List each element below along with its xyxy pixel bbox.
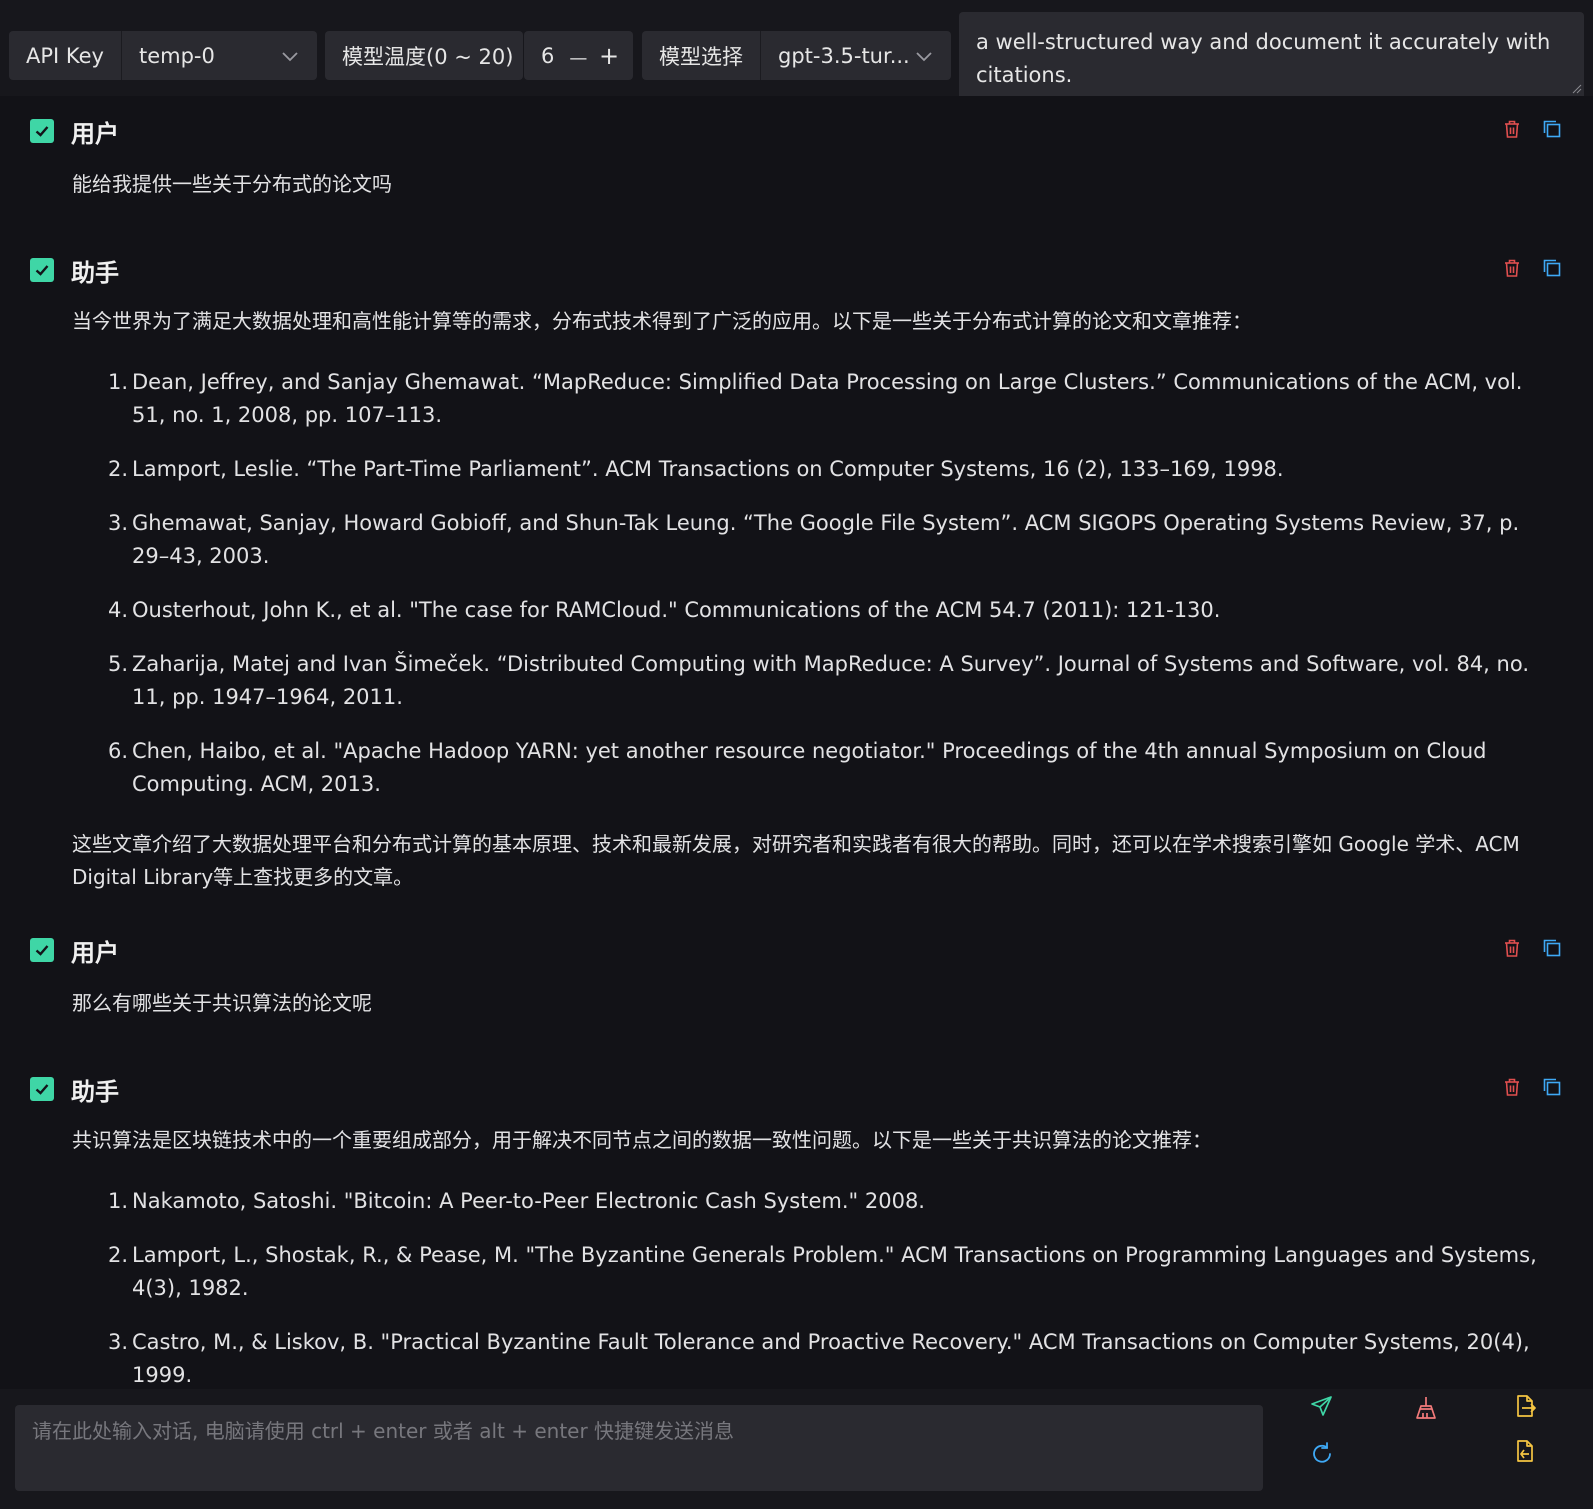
model-value: gpt-3.5-tur... [778,43,910,68]
api-key-label: API Key [26,43,104,68]
message-assistant: 助手 共识算法是区块链技术中的一个重要组成部分，用于解决不同节点之间的数据一致性… [0,1074,1593,1389]
list-item-text: Lamport, L., Shostak, R., & Pease, M. "T… [132,1243,1537,1300]
model-label: 模型选择 [659,44,743,69]
temperature-stepper[interactable]: 6 — + [524,31,633,80]
temperature-value[interactable]: 6 [541,44,554,68]
list-item: 1. Dean, Jeffrey, and Sanjay Ghemawat. “M… [108,370,1523,427]
copy-icon[interactable] [1541,118,1563,140]
decrement-button[interactable]: — [566,48,590,69]
list-item-text: Nakamoto, Satoshi. "Bitcoin: A Peer-to-P… [132,1189,925,1213]
trash-icon[interactable] [1501,937,1523,959]
copy-icon[interactable] [1541,937,1563,959]
resize-handle-icon[interactable] [1572,84,1582,94]
list-item: 3. Ghemawat, Sanjay, Howard Gobioff, and … [108,511,1520,568]
check-icon [35,1084,49,1095]
reference-list: 1. Nakamoto, Satoshi. "Bitcoin: A Peer-to… [108,1185,1558,1389]
increment-button[interactable]: + [597,42,621,70]
temperature-label-box: 模型温度(0 ~ 20) [325,31,523,80]
check-icon [35,265,49,276]
message-role: 助手 [71,258,119,287]
list-item: 1. Nakamoto, Satoshi. "Bitcoin: A Peer-to… [108,1189,925,1213]
list-item: 4. Ousterhout, John K., et al. "The case … [108,598,1221,622]
chevron-down-icon[interactable] [280,49,300,63]
message-outro: 这些文章介绍了大数据处理平台和分布式计算的基本原理、技术和最新发展，对研究者和实… [72,832,1520,889]
message-text: 能给我提供一些关于分布式的论文吗 [72,172,392,196]
list-item-text: Dean, Jeffrey, and Sanjay Ghemawat. “Map… [132,370,1523,427]
message-user: 用户 那么有哪些关于共识算法的论文呢 [0,935,1593,1035]
message-intro: 当今世界为了满足大数据处理和高性能计算等的需求，分布式技术得到了广泛的应用。以下… [72,309,1252,333]
list-item: 2. Lamport, L., Shostak, R., & Pease, M. … [108,1243,1537,1300]
model-select[interactable]: 模型选择 gpt-3.5-tur... [642,31,951,80]
message-user: 用户 能给我提供一些关于分布式的论文吗 [0,116,1593,216]
file-export-icon[interactable] [1512,1393,1538,1419]
api-key-value: temp-0 [138,43,215,68]
list-item-text: Zaharija, Matej and Ivan Šimeček. “Distr… [132,652,1529,709]
message-role: 用户 [71,938,119,967]
list-item-text: Chen, Haibo, et al. "Apache Hadoop YARN:… [132,739,1487,796]
api-key-select[interactable]: API Key temp-0 [9,31,317,80]
list-item-text: Ghemawat, Sanjay, Howard Gobioff, and Sh… [132,511,1520,568]
message-checkbox[interactable] [30,119,54,143]
message-input[interactable] [15,1405,1263,1491]
message-intro: 共识算法是区块链技术中的一个重要组成部分，用于解决不同节点之间的数据一致性问题。… [72,1128,1212,1152]
check-icon [35,126,49,137]
message-checkbox[interactable] [30,1077,54,1101]
system-prompt-textarea[interactable]: a well-structured way and document it ac… [959,12,1584,96]
list-item-text: Ousterhout, John K., et al. "The case fo… [132,598,1221,622]
list-item: 2. Lamport, Leslie. “The Part-Time Parlia… [108,457,1284,481]
send-icon[interactable] [1309,1393,1335,1419]
input-bar [0,1389,1593,1509]
system-prompt-text: a well-structured way and document it ac… [976,30,1551,87]
message-text: 那么有哪些关于共识算法的论文呢 [72,991,372,1015]
temperature-label: 模型温度(0 ~ 20) [342,44,514,69]
check-icon [35,945,49,956]
message-role: 用户 [71,119,119,148]
toolbar: API Key temp-0 模型温度(0 ~ 20) 6 — + 模型选择 g… [0,0,1593,96]
list-item: 3. Castro, M., & Liskov, B. "Practical By… [108,1330,1530,1387]
message-role: 助手 [71,1077,119,1106]
message-assistant: 助手 当今世界为了满足大数据处理和高性能计算等的需求，分布式技术得到了广泛的应用… [0,255,1593,905]
trash-icon[interactable] [1501,1076,1523,1098]
list-item: 5. Zaharija, Matej and Ivan Šimeček. “Dis… [108,652,1529,709]
broom-icon[interactable] [1412,1395,1438,1421]
trash-icon[interactable] [1501,118,1523,140]
list-item-text: Lamport, Leslie. “The Part-Time Parliame… [132,457,1284,481]
copy-icon[interactable] [1541,1076,1563,1098]
list-item-text: Castro, M., & Liskov, B. "Practical Byza… [132,1330,1530,1387]
refresh-icon[interactable] [1309,1441,1335,1467]
chevron-down-icon[interactable] [914,49,934,63]
list-item: 6. Chen, Haibo, et al. "Apache Hadoop YAR… [108,739,1487,796]
file-import-icon[interactable] [1512,1438,1538,1464]
message-checkbox[interactable] [30,258,54,282]
message-checkbox[interactable] [30,938,54,962]
reference-list: 1. Dean, Jeffrey, and Sanjay Ghemawat. “M… [108,366,1558,822]
copy-icon[interactable] [1541,257,1563,279]
trash-icon[interactable] [1501,257,1523,279]
